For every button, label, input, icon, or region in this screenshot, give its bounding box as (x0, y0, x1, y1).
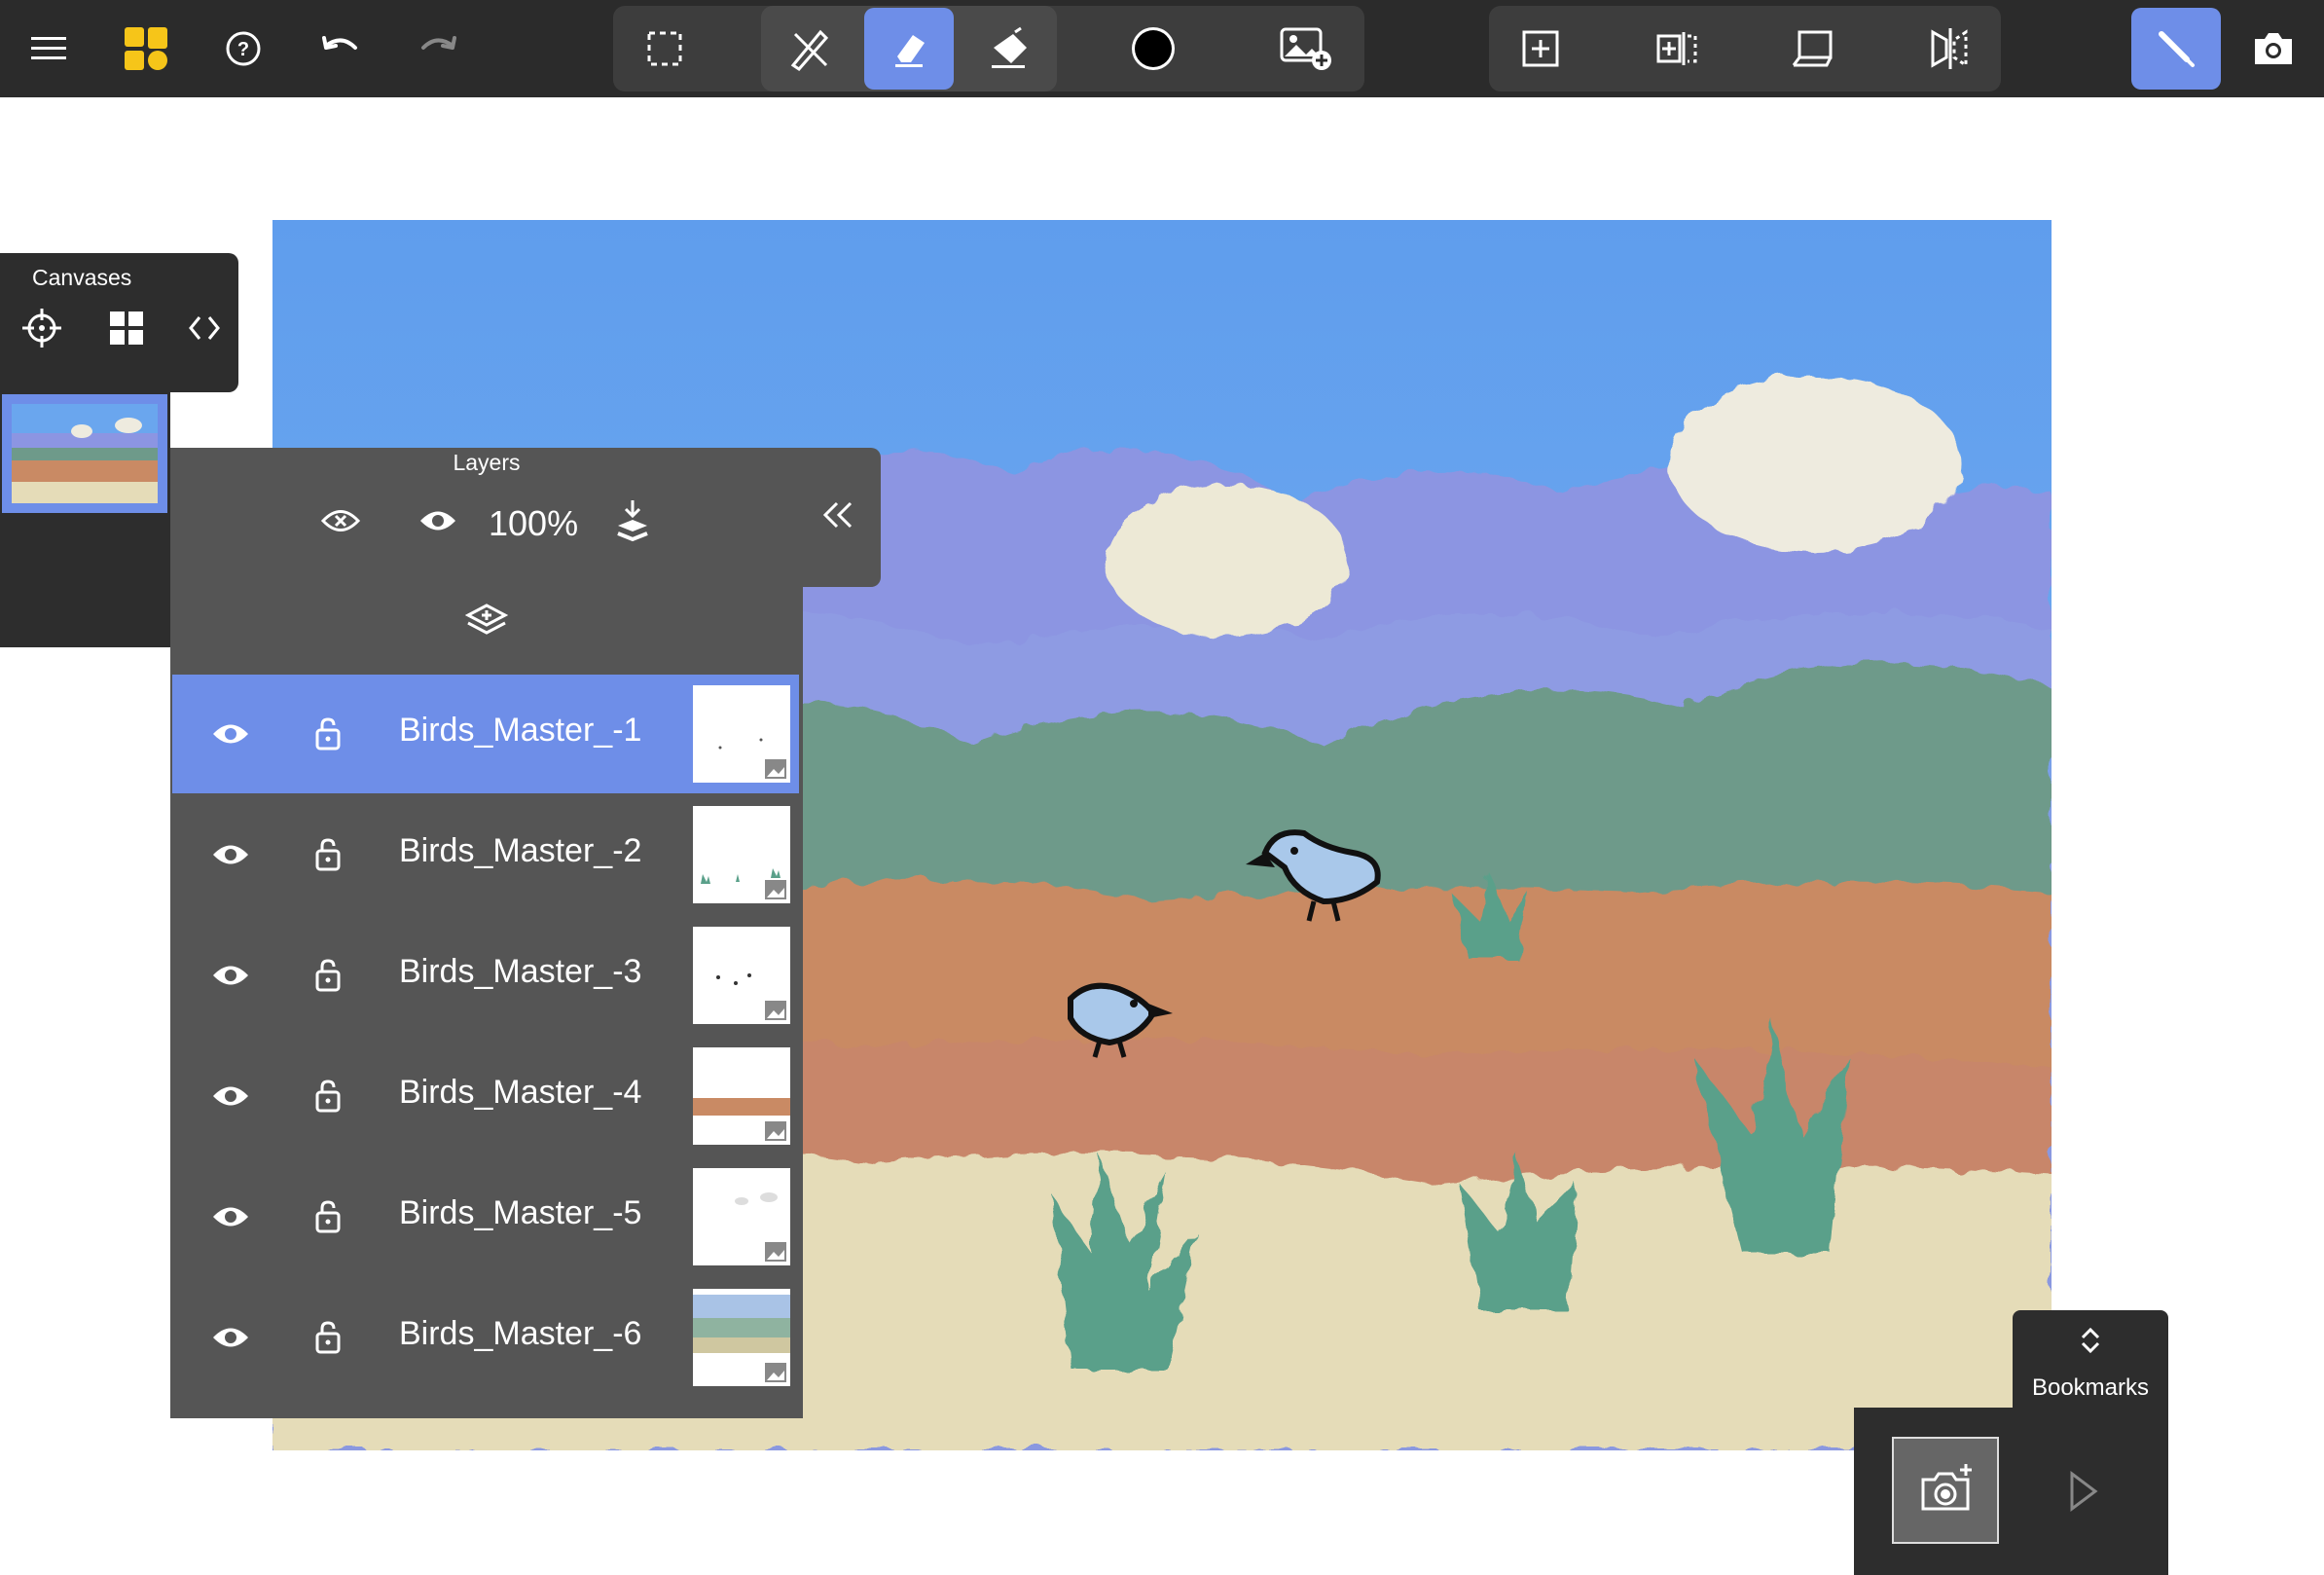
layer-lock-icon[interactable] (304, 1192, 352, 1241)
layer-thumbnail (693, 927, 790, 1024)
symmetry-icon[interactable] (1920, 19, 1979, 78)
layer-thumbnail (693, 1168, 790, 1265)
brush-mode-icon[interactable] (2131, 8, 2221, 90)
help-icon[interactable]: ? (214, 19, 272, 78)
layer-visibility-icon[interactable] (206, 1313, 255, 1362)
eraser-icon[interactable] (864, 8, 954, 90)
add-layer-icon[interactable] (462, 597, 511, 645)
app-logo[interactable] (117, 19, 175, 78)
redo-icon[interactable] (409, 19, 467, 78)
layer-visibility-icon[interactable] (206, 1192, 255, 1241)
crosshair-icon[interactable] (18, 304, 66, 352)
pencil-ruler-icon[interactable] (779, 16, 841, 82)
canvas-thumbnail[interactable] (2, 394, 167, 513)
layer-thumbnail (693, 1047, 790, 1145)
layer-visibility-icon[interactable] (206, 710, 255, 758)
new-canvas-icon[interactable] (1511, 19, 1570, 78)
layer-name: Birds_Master_-5 (399, 1194, 642, 1231)
menu-icon[interactable] (19, 19, 78, 78)
layer-thumbnail (693, 806, 790, 903)
play-icon[interactable] (2053, 1466, 2112, 1517)
layer-thumbnail (693, 1289, 790, 1386)
layer-thumbnail (693, 685, 790, 783)
layer-lock-icon[interactable] (304, 710, 352, 758)
perspective-icon[interactable] (1784, 19, 1842, 78)
layer-lock-icon[interactable] (304, 830, 352, 879)
opacity-value[interactable]: 100% (489, 503, 578, 544)
color-swatch[interactable] (1124, 19, 1182, 78)
layer-row[interactable]: Birds_Master_-6 (172, 1278, 799, 1397)
layer-name: Birds_Master_-6 (399, 1315, 642, 1352)
layer-row[interactable]: Birds_Master_-4 (172, 1037, 799, 1155)
merge-down-icon[interactable] (608, 494, 657, 549)
undo-icon[interactable] (311, 19, 370, 78)
layers-title: Layers (453, 450, 521, 475)
expand-collapse-icon[interactable] (180, 304, 229, 352)
layer-visibility-icon[interactable] (206, 830, 255, 879)
collapse-panel-icon[interactable] (815, 491, 863, 539)
hide-others-icon[interactable] (316, 496, 365, 545)
top-toolbar: ? (0, 0, 2324, 97)
layer-lock-icon[interactable] (304, 1313, 352, 1362)
layer-visibility-icon[interactable] (206, 951, 255, 1000)
layer-row[interactable]: Birds_Master_-1 (172, 675, 799, 793)
canvases-panel: Canvases (0, 253, 238, 392)
chevron-up-down-icon (2066, 1324, 2115, 1357)
layers-panel: Layers 100% (170, 448, 881, 587)
layer-row[interactable]: Birds_Master_-5 (172, 1157, 799, 1276)
camera-icon[interactable] (2244, 19, 2303, 78)
svg-text:?: ? (237, 39, 249, 60)
layer-lock-icon[interactable] (304, 1072, 352, 1120)
layer-name: Birds_Master_-1 (399, 712, 642, 749)
add-image-icon[interactable] (1275, 18, 1337, 80)
layer-name: Birds_Master_-4 (399, 1074, 642, 1111)
fill-icon[interactable] (978, 16, 1040, 82)
bookmarks-label: Bookmarks (2031, 1374, 2150, 1401)
layer-row[interactable]: Birds_Master_-2 (172, 795, 799, 914)
layer-visibility-icon[interactable] (206, 1072, 255, 1120)
grid-view-icon[interactable] (102, 304, 151, 352)
visibility-icon[interactable] (414, 496, 462, 545)
selection-icon[interactable] (635, 19, 694, 78)
layer-name: Birds_Master_-2 (399, 832, 642, 869)
layer-row[interactable]: Birds_Master_-3 (172, 916, 799, 1035)
layer-lock-icon[interactable] (304, 951, 352, 1000)
bookmarks-tab[interactable]: Bookmarks (2013, 1310, 2168, 1408)
canvases-title: Canvases (32, 265, 132, 290)
add-bookmark-button[interactable] (1892, 1437, 1999, 1544)
add-frame-icon[interactable] (1648, 19, 1706, 78)
layer-name: Birds_Master_-3 (399, 953, 642, 990)
